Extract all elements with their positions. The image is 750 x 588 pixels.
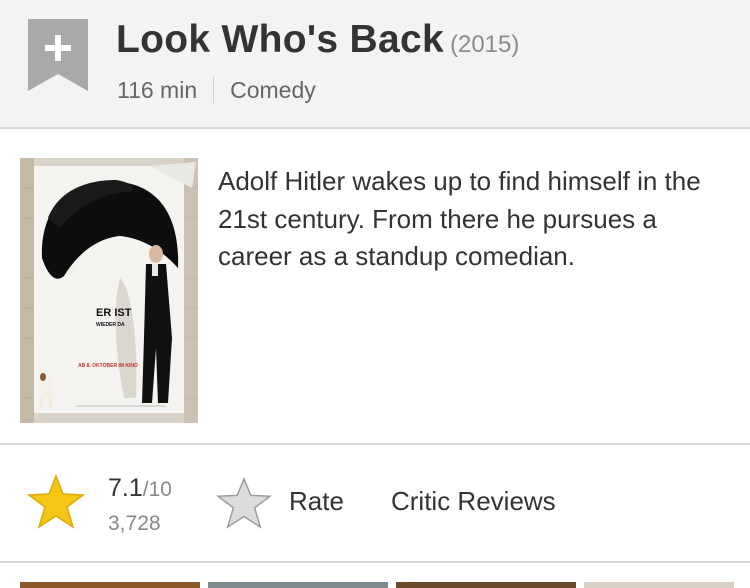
- rating-count: 3,728: [108, 512, 161, 535]
- movie-meta: 116 min Comedy: [117, 77, 316, 104]
- photo-thumbnail[interactable]: [396, 582, 576, 588]
- poster-subtitle-text: WIEDER DA: [96, 322, 125, 328]
- rating-max: /10: [142, 478, 172, 501]
- add-to-watchlist-button[interactable]: [28, 19, 88, 91]
- photo-thumbnail[interactable]: [584, 582, 734, 588]
- photo-strip: [0, 582, 750, 588]
- runtime: 116 min: [117, 77, 198, 103]
- plus-ribbon-icon: [28, 19, 88, 91]
- rating-value: 7.1: [108, 474, 143, 502]
- poster-title-text: ER IST: [96, 307, 132, 319]
- poster-date-text: AB 8. OKTOBER IM KINO: [78, 363, 138, 369]
- movie-year: (2015): [449, 31, 520, 58]
- genre-link[interactable]: Comedy: [230, 77, 316, 103]
- photo-thumbnail[interactable]: [20, 582, 200, 588]
- title-block: Look Who's Back (2015): [116, 18, 519, 62]
- overview-section: ER IST WIEDER DA AB 8. OKTOBER IM KINO A…: [0, 129, 750, 445]
- plot-summary: Adolf Hitler wakes up to find himself in…: [218, 166, 701, 271]
- rating-star-icon: [27, 474, 85, 529]
- rating-bar: [0, 445, 750, 563]
- movie-title: Look Who's Back: [116, 18, 444, 61]
- poster-image: ER IST WIEDER DA AB 8. OKTOBER IM KINO: [20, 158, 198, 423]
- critic-reviews-link[interactable]: Critic Reviews: [391, 486, 556, 517]
- meta-divider: [213, 77, 215, 103]
- movie-poster[interactable]: ER IST WIEDER DA AB 8. OKTOBER IM KINO: [20, 158, 198, 423]
- imdb-rating: 7.1/10: [108, 474, 172, 503]
- title-header: Look Who's Back (2015) 116 min Comedy: [0, 0, 750, 129]
- rate-button[interactable]: Rate: [216, 476, 366, 530]
- photo-thumbnail[interactable]: [208, 582, 388, 588]
- star-outline-icon: [216, 476, 272, 529]
- rate-label: Rate: [289, 486, 344, 516]
